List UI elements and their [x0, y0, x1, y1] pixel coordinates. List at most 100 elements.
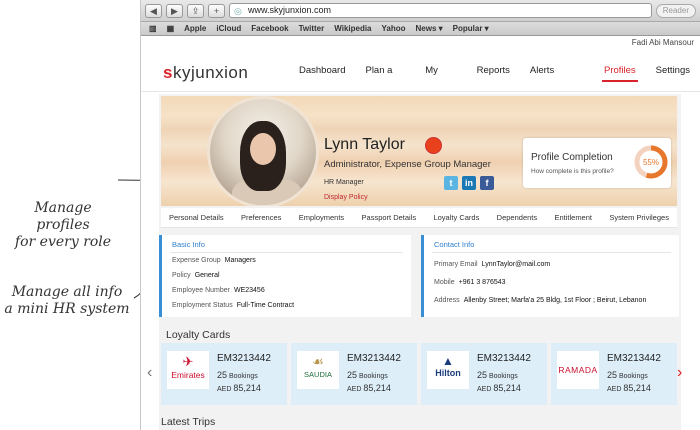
brand-name: Hilton [435, 368, 461, 378]
book-icon[interactable]: ▥ [149, 24, 157, 33]
saudia-mark: ☙ [312, 354, 324, 369]
card-number: EM3213442 [477, 353, 531, 364]
completion-percent: 55% [643, 158, 659, 167]
completion-title: Profile Completion [531, 152, 613, 163]
annotation-panel: Manage profiles for every role Manage al… [0, 0, 303, 430]
hilton-mark: ▲ [442, 354, 454, 368]
row-label: Expense Group [172, 257, 221, 264]
saudia-logo: ☙ SAUDIA [297, 351, 339, 389]
user-name[interactable]: Fadi Abi Mansour [141, 36, 700, 50]
logo[interactable]: skyjunxion [163, 63, 248, 83]
tab-employments[interactable]: Employments [299, 208, 344, 227]
forward-icon[interactable]: ▶ [166, 3, 183, 18]
twitter-icon[interactable]: t [444, 176, 458, 190]
bookmark-item[interactable]: News ▾ [416, 24, 443, 33]
tab-preferences[interactable]: Preferences [241, 208, 281, 227]
loyalty-card[interactable]: ✈ Emirates EM3213442 25 Bookings AED 85,2… [161, 343, 287, 405]
bookmark-item[interactable]: Facebook [251, 24, 288, 33]
reader-button[interactable]: Reader [655, 3, 696, 18]
profile-name: Lynn Taylor [324, 136, 405, 153]
card-amount: AED 85,214 [217, 383, 261, 393]
bookings-label: Bookings [618, 373, 648, 380]
bookmark-item[interactable]: Twitter [299, 24, 325, 33]
row-value: Managers [224, 257, 256, 264]
divider [170, 252, 403, 253]
display-policy-link[interactable]: Display Policy [324, 194, 368, 201]
bookings-count: 25 [477, 370, 488, 380]
menu-plan-trip[interactable]: Plan a Trip [355, 50, 415, 118]
row-label: Primary Email [434, 261, 478, 268]
row-value: WE23456 [233, 287, 265, 294]
add-icon[interactable]: + [208, 3, 225, 18]
emirates-logo: ✈ Emirates [167, 351, 209, 389]
menu-my-trips[interactable]: My Trips [415, 50, 466, 118]
bookmark-item[interactable]: Wikipedia [334, 24, 371, 33]
card-number: EM3213442 [347, 353, 401, 364]
bookmark-item[interactable]: Apple [184, 24, 206, 33]
tab-loyalty-cards[interactable]: Loyalty Cards [433, 208, 479, 227]
currency: AED [607, 386, 622, 393]
url-text: www.skyjunxion.com [248, 5, 332, 15]
profile-banner: Lynn Taylor Administrator, Expense Group… [161, 96, 677, 206]
menu-dashboard[interactable]: Dashboard [289, 50, 355, 92]
chevron-left-icon[interactable]: ‹ [147, 364, 152, 382]
chevron-right-icon[interactable]: › [677, 364, 682, 382]
row-value[interactable]: LynnTaylor@mail.com [482, 261, 551, 268]
row-label: Employment Status [172, 302, 233, 309]
logo-s: s [163, 63, 173, 82]
tab-dependents[interactable]: Dependents [497, 208, 537, 227]
main-menu: Dashboard Plan a Trip My Trips Reports A… [289, 50, 700, 118]
bookings-count: 25 [347, 370, 358, 380]
bookmark-item[interactable]: Popular ▾ [453, 24, 489, 33]
loyalty-cards-title: Loyalty Cards [166, 329, 231, 341]
loyalty-card[interactable]: ☙ SAUDIA EM3213442 25 Bookings AED 85,214 [291, 343, 417, 405]
avatar [207, 96, 319, 206]
address-bar[interactable]: ◎ www.skyjunxion.com [229, 3, 652, 18]
bookings-label: Bookings [228, 373, 258, 380]
card-number: EM3213442 [607, 353, 661, 364]
info-row: Policy General [172, 272, 220, 279]
bookings-count: 25 [607, 370, 618, 380]
tab-passport-details[interactable]: Passport Details [362, 208, 417, 227]
tab-system-privileges[interactable]: System Privileges [609, 208, 669, 227]
card-amount: AED 85,214 [347, 383, 391, 393]
bookings-count: 25 [217, 370, 228, 380]
profile-tabs: Personal Details Preferences Employments… [161, 208, 677, 228]
menu-reports[interactable]: Reports [467, 50, 520, 92]
card-bookings: 25 Bookings [217, 370, 258, 380]
card-bookings: 25 Bookings [347, 370, 388, 380]
divider [432, 252, 671, 253]
amount: 85,214 [493, 383, 521, 393]
tab-entitlement[interactable]: Entitlement [554, 208, 592, 227]
completion-ring: 55% [634, 145, 668, 179]
currency: AED [477, 386, 492, 393]
row-value: +961 3 876543 [458, 279, 506, 286]
contact-info-card: Contact Info Primary Email LynnTaylor@mai… [421, 235, 679, 317]
emirates-mark: ✈ [182, 354, 194, 369]
card-bookings: 25 Bookings [607, 370, 648, 380]
bookmarks-bar: ▥ ▦ Apple iCloud Facebook Twitter Wikipe… [141, 22, 700, 36]
row-label: Employee Number [172, 287, 230, 294]
ramada-logo: RAMADA [557, 351, 599, 389]
menu-settings[interactable]: Settings [646, 50, 700, 92]
share-icon[interactable]: ⇪ [187, 3, 204, 18]
facebook-icon[interactable]: f [480, 176, 494, 190]
linkedin-icon[interactable]: in [462, 176, 476, 190]
browser-window: ◀ ▶ ⇪ + ◎ www.skyjunxion.com Reader ▥ ▦ A… [140, 0, 700, 430]
card-amount: AED 85,214 [477, 383, 521, 393]
back-icon[interactable]: ◀ [145, 3, 162, 18]
bookmark-item[interactable]: iCloud [216, 24, 241, 33]
grid-icon[interactable]: ▦ [167, 24, 175, 33]
loyalty-card[interactable]: ▲ Hilton EM3213442 25 Bookings AED 85,214 [421, 343, 547, 405]
info-row: Mobile +961 3 876543 [434, 279, 506, 286]
info-row: Employment Status Full-Time Contract [172, 302, 294, 309]
menu-profiles[interactable]: Profiles [594, 50, 646, 92]
currency: AED [347, 386, 362, 393]
menu-alerts-console[interactable]: Alerts Console [520, 50, 594, 118]
bookmark-item[interactable]: Yahoo [382, 24, 406, 33]
tab-personal-details[interactable]: Personal Details [169, 208, 224, 227]
loyalty-card[interactable]: RAMADA EM3213442 25 Bookings AED 85,214 [551, 343, 677, 405]
info-row: Employee Number WE23456 [172, 287, 265, 294]
profile-role: Administrator, Expense Group Manager [324, 159, 491, 170]
latest-trips-title: Latest Trips [161, 416, 216, 428]
